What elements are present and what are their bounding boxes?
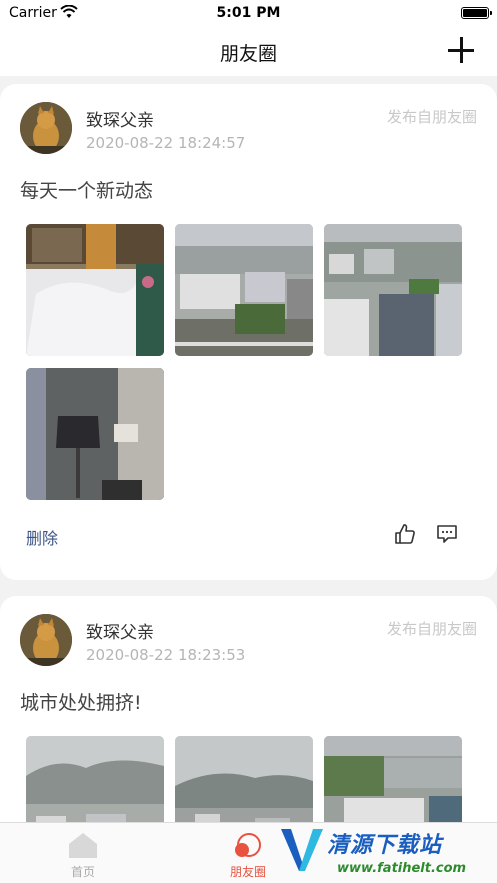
watermark: 清源下载站 www.fatihelt.com	[279, 823, 469, 883]
status-bar: Carrier 5:01 PM	[0, 0, 497, 26]
watermark-logo-icon	[279, 825, 325, 877]
post-source: 发布自朋友圈	[386, 108, 477, 126]
avatar[interactable]	[20, 102, 72, 154]
like-icon[interactable]	[393, 522, 417, 546]
watermark-text: 清源下载站	[327, 833, 443, 858]
post-content: 城市处处拥挤!	[20, 692, 142, 714]
post-source: 发布自朋友圈	[386, 620, 477, 638]
post-photo-bedroom[interactable]	[26, 224, 164, 356]
post-timestamp: 2020-08-22 18:23:53	[86, 646, 246, 664]
tab-home[interactable]: 首页	[43, 831, 123, 880]
tab-home-label: 首页	[70, 865, 95, 879]
post-photo-mountain[interactable]	[26, 736, 164, 822]
post-card: 致琛父亲 2020-08-22 18:24:57 发布自朋友圈 每天一个新动态 …	[0, 84, 497, 580]
tab-moments[interactable]: 朋友圈	[208, 831, 288, 880]
post-content: 每天一个新动态	[20, 180, 154, 202]
post-photo-lamp[interactable]	[26, 368, 164, 500]
watermark-url: www.fatihelt.com	[337, 861, 467, 876]
post-photo-hazy-city[interactable]	[175, 736, 313, 822]
tab-moments-label: 朋友圈	[229, 865, 266, 879]
comment-icon[interactable]	[436, 524, 458, 544]
post-card: 致琛父亲 2020-08-22 18:23:53 发布自朋友圈 城市处处拥挤!	[0, 596, 497, 822]
moments-feed[interactable]: 致琛父亲 2020-08-22 18:24:57 发布自朋友圈 每天一个新动态 …	[0, 76, 497, 822]
battery-icon	[461, 7, 492, 19]
avatar[interactable]	[20, 614, 72, 666]
add-post-button[interactable]	[447, 36, 475, 64]
post-author[interactable]: 致琛父亲	[86, 618, 154, 643]
nav-bar: 朋友圈	[0, 26, 497, 76]
post-photo-city-skyline[interactable]	[324, 224, 462, 356]
page-title: 朋友圈	[219, 43, 277, 65]
moments-icon	[233, 831, 263, 859]
post-photo-city-street[interactable]	[175, 224, 313, 356]
delete-post-button[interactable]: 删除	[26, 525, 58, 549]
post-photo-aerial[interactable]	[324, 736, 462, 822]
post-timestamp: 2020-08-22 18:24:57	[86, 134, 246, 152]
home-icon	[68, 831, 98, 859]
clock: 5:01 PM	[216, 5, 281, 21]
post-author[interactable]: 致琛父亲	[86, 106, 154, 131]
